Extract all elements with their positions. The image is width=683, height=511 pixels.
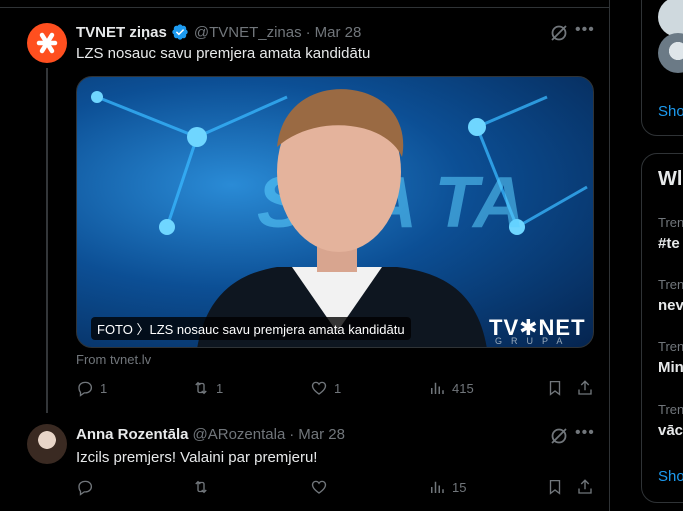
tweet-header: Anna Rozentāla @ARozentala · Mar 28 [76,426,345,443]
tweet-date[interactable]: Mar 28 [315,24,362,41]
heart-icon [311,381,327,395]
tvnet-logo-icon [36,32,58,54]
user-avatar[interactable] [27,424,67,464]
author-handle[interactable]: @TVNET_zinas [194,24,302,41]
author-name[interactable]: Anna Rozentāla [76,426,189,443]
tweet-text: LZS nosauc savu premjera amata kandidātu [76,45,371,62]
trend-label: Trend [658,215,683,230]
like-count: 1 [334,380,342,396]
more-options-icon[interactable]: ••• [575,425,595,445]
tweet-actions: 1 1 1 415 [76,379,596,403]
share-button[interactable] [576,379,594,397]
views-count: 15 [452,479,467,495]
share-button[interactable] [576,478,594,496]
tweet-header: TVNET ziņas @TVNET_zinas · Mar 28 [76,23,361,41]
who-to-follow-panel: Sho [641,0,683,136]
author-name[interactable]: TVNET ziņas [76,24,167,41]
share-icon [578,479,592,494]
repost-count: 1 [216,380,224,396]
grok-icon[interactable] [549,426,569,446]
repost-icon [195,381,207,395]
trend-item[interactable]: #te [658,235,680,252]
trends-title: Wl [658,168,683,190]
repost-button[interactable]: 1 [192,379,223,397]
separator: · [305,23,311,41]
trend-label: Trend [658,339,683,354]
heart-icon [311,480,327,494]
repost-icon [195,480,207,494]
tvnet-avatar[interactable] [27,23,67,63]
reply-icon [78,480,93,496]
reply-button[interactable] [76,478,100,496]
tweet-date[interactable]: Mar 28 [298,426,345,443]
more-options-icon[interactable]: ••• [575,22,595,42]
media-logo-sub: GRUPA [495,336,572,346]
views-chart-icon [431,481,444,493]
trends-panel: Wl Trend #te Trend nev Trend Min Trend v… [641,153,683,503]
bookmark-icon [549,380,561,396]
reply-icon [78,381,93,397]
trend-item[interactable]: Min [658,359,683,376]
tweet[interactable]: Anna Rozentāla @ARozentala · Mar 28 ••• … [0,412,610,511]
suggested-user-avatar[interactable] [658,33,683,73]
media-caption: FOTO 〉LZS nosauc savu premjera amata kan… [91,317,411,340]
like-button[interactable]: 1 [310,379,341,397]
like-button[interactable] [310,478,334,496]
bookmark-button[interactable] [546,478,564,496]
tweet-text: Izcils premjers! Valaini par premjeru! [76,449,318,466]
photo-background: S JA TA [91,89,588,347]
tweet[interactable]: TVNET ziņas @TVNET_zinas · Mar 28 ••• LZ… [0,10,610,413]
timeline: TVNET ziņas @TVNET_zinas · Mar 28 ••• LZ… [0,0,610,511]
tweet-actions: 15 [76,478,596,502]
show-more-link[interactable]: Sho [658,468,683,485]
verified-badge-icon [171,23,189,41]
views-chart-icon [431,382,444,394]
tweet-media-image[interactable]: S JA TA FOTO 〉LZS nosauc savu premjera a… [76,76,594,348]
trend-item[interactable]: nev [658,297,683,314]
grok-icon[interactable] [549,23,569,43]
reply-button[interactable]: 1 [76,379,107,397]
link-source[interactable]: From tvnet.lv [76,352,151,367]
bookmark-icon [549,479,561,495]
bookmark-button[interactable] [546,379,564,397]
trend-item[interactable]: vāc [658,422,683,439]
views-button[interactable]: 15 [428,478,466,496]
trend-label: Trend [658,402,683,417]
repost-button[interactable] [192,478,216,496]
show-more-link[interactable]: Sho [658,103,683,120]
views-button[interactable]: 415 [428,379,474,397]
share-icon [578,380,592,395]
separator: · [289,426,295,443]
trend-label: Trend [658,277,683,292]
thread-line [46,68,48,413]
suggested-user-avatar[interactable] [658,0,683,37]
views-count: 415 [452,380,474,396]
divider [0,0,610,8]
reply-count: 1 [100,380,108,396]
author-handle[interactable]: @ARozentala [193,426,286,443]
